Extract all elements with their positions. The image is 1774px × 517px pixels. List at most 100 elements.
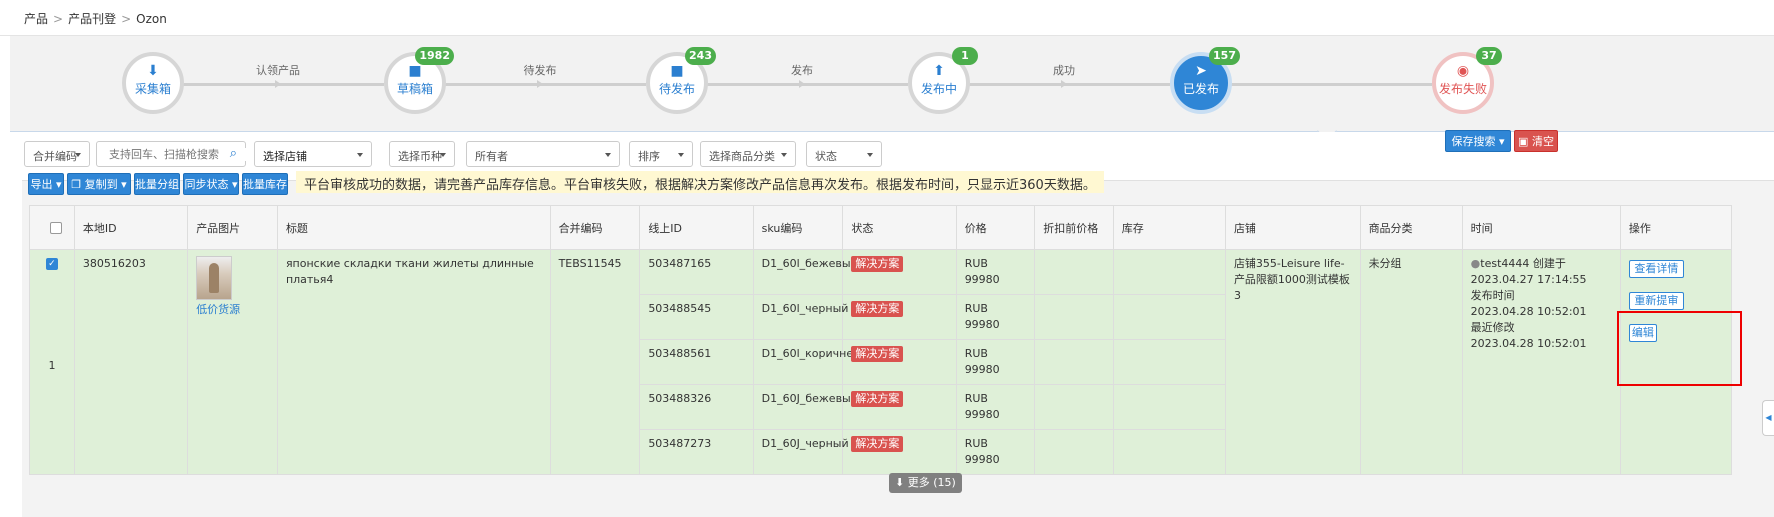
caret-down-icon	[678, 153, 684, 157]
user-icon: ●	[1470, 257, 1481, 270]
side-collapse-toggle[interactable]: ◀	[1762, 400, 1774, 436]
breadcrumb-item-ozon: Ozon	[136, 12, 167, 26]
local-id: 380516203	[73, 249, 189, 475]
col-original-price: 折扣前价格	[1034, 205, 1114, 250]
step-publishing[interactable]: 1 ⬆ 发布中	[908, 47, 978, 114]
col-category: 商品分类	[1359, 205, 1463, 250]
show-more-button[interactable]: ⬇ 更多 (15)	[889, 473, 962, 493]
view-details-button[interactable]: 查看详情	[1628, 260, 1684, 278]
price: RUB 99980	[955, 249, 1036, 295]
count-badge: 1	[952, 47, 978, 65]
col-store: 店铺	[1224, 205, 1361, 250]
resubmit-review-button[interactable]: 重新提审	[1628, 292, 1684, 310]
breadcrumb-item-product[interactable]: 产品	[24, 12, 48, 26]
caret-down-icon	[605, 153, 611, 157]
step-published[interactable]: 157 ➤ 已发布	[1170, 47, 1240, 114]
step-pending[interactable]: 243 ■ 待发布	[646, 47, 716, 114]
online-id: 503488326	[639, 384, 754, 430]
col-online-id: 线上ID	[639, 205, 754, 250]
search-box: ⌕	[96, 141, 259, 167]
price: RUB 99980	[955, 384, 1036, 430]
price: RUB 99980	[955, 339, 1036, 385]
sku-code: D1_60J_черный	[752, 429, 849, 475]
sku-code: D1_60J_бежевый	[752, 384, 858, 430]
copy-to-button[interactable]: ❐ 复制到 ▾	[67, 173, 131, 195]
folder-icon: ■	[408, 63, 422, 79]
store-select[interactable]: 选择店铺	[254, 141, 372, 167]
export-button[interactable]: 导出 ▾	[28, 173, 64, 195]
step-publish-failed[interactable]: 37 ◉ 发布失败	[1432, 47, 1502, 114]
caret-down-icon	[440, 153, 446, 157]
count-badge: 1982	[415, 47, 454, 65]
product-table: 本地ID 产品图片 标题 合并编码 线上ID sku编码 状态 价格 折扣前价格…	[29, 205, 1733, 475]
online-id: 503488545	[639, 294, 754, 340]
batch-group-button[interactable]: 批量分组	[134, 173, 180, 195]
caret-down-icon	[781, 153, 787, 157]
stock	[1112, 249, 1226, 295]
batch-stock-button[interactable]: 批量库存	[242, 173, 288, 195]
col-actions: 操作	[1619, 205, 1733, 250]
trash-icon: ▣	[1518, 135, 1529, 148]
original-price	[1034, 249, 1114, 295]
category-select[interactable]: 选择商品分类	[700, 141, 796, 167]
count-badge: 157	[1209, 47, 1240, 65]
flow-arrow: 认领产品	[172, 64, 384, 88]
category: 未分组	[1359, 249, 1463, 475]
select-all-checkbox[interactable]	[49, 222, 62, 234]
save-search-button[interactable]: 保存搜索 ▾	[1445, 130, 1511, 152]
solution-button[interactable]: 解决方案	[851, 436, 904, 452]
flow-arrow: 成功	[958, 64, 1170, 88]
sync-status-button[interactable]: 同步状态 ▾	[183, 173, 239, 195]
low-price-source-link[interactable]: 低价货源	[196, 303, 240, 316]
merge-code-select[interactable]: 合并编码	[24, 141, 90, 167]
product-thumbnail[interactable]	[196, 256, 233, 300]
solution-button[interactable]: 解决方案	[851, 301, 904, 317]
col-title: 标题	[276, 205, 551, 250]
col-merge-code: 合并编码	[549, 205, 641, 250]
arrow-down-circle-icon: ⬇	[895, 476, 905, 489]
copy-icon: ❐	[71, 178, 82, 191]
product-image-cell: 低价货源	[187, 249, 278, 475]
price: RUB 99980	[955, 294, 1036, 340]
clear-button[interactable]: ▣ 清空	[1514, 130, 1558, 152]
sort-select[interactable]: 排序	[629, 141, 693, 167]
price: RUB 99980	[955, 429, 1036, 475]
flow-arrow: 待发布	[434, 64, 646, 88]
table-row: ✓ 1 380516203 低价货源 японские складки ткани…	[29, 249, 1733, 475]
upload-icon: ⬆	[933, 63, 945, 79]
notice-banner: 平台审核成功的数据，请完善产品库存信息。平台审核失败，根据解决方案修改产品信息再…	[296, 171, 1104, 193]
caret-down-icon: ▾	[1498, 135, 1505, 148]
product-title: японские складки ткани жилеты длинные пл…	[276, 249, 551, 475]
col-status: 状态	[842, 205, 957, 250]
caret-left-icon: ◀	[1765, 413, 1772, 422]
count-badge: 243	[685, 47, 716, 65]
eye-slash-icon: ◉	[1456, 63, 1470, 79]
breadcrumb-item-listing[interactable]: 产品刊登	[68, 12, 116, 26]
row-checkbox[interactable]: ✓	[45, 258, 58, 270]
flow-arrow: 发布	[696, 64, 908, 88]
time-info: ●test4444 创建于 2023.04.27 17:14:55 发布时间 2…	[1461, 249, 1621, 475]
col-time: 时间	[1461, 205, 1621, 250]
step-drafts[interactable]: 1982 ■ 草稿箱	[384, 47, 454, 114]
online-id: 503488561	[639, 339, 754, 385]
online-id: 503487273	[639, 429, 754, 475]
search-icon[interactable]: ⌕	[230, 146, 237, 161]
caret-down-icon	[867, 153, 873, 157]
breadcrumb: 产品 > 产品刊登 > Ozon	[0, 0, 1774, 36]
col-local-id[interactable]: 本地ID	[73, 205, 189, 250]
sku-code: D1_60l_бежевый	[752, 249, 858, 295]
status-select[interactable]: 状态	[806, 141, 882, 167]
row-index: 1	[48, 359, 56, 372]
col-stock: 库存	[1112, 205, 1226, 250]
download-icon: ⬇	[147, 63, 159, 79]
col-image: 产品图片	[187, 205, 278, 250]
sku-code: D1_60l_коричневый	[752, 339, 875, 385]
solution-button[interactable]: 解决方案	[851, 391, 904, 407]
sku-code: D1_60l_черный	[752, 294, 848, 340]
owner-select[interactable]: 所有者	[466, 141, 620, 167]
merge-code: TEBS11545	[549, 249, 641, 475]
step-collect-box[interactable]: ⬇ 采集箱	[122, 52, 184, 114]
solution-button[interactable]: 解决方案	[851, 346, 904, 362]
solution-button[interactable]: 解决方案	[851, 256, 904, 272]
currency-select[interactable]: 选择币种	[389, 141, 455, 167]
